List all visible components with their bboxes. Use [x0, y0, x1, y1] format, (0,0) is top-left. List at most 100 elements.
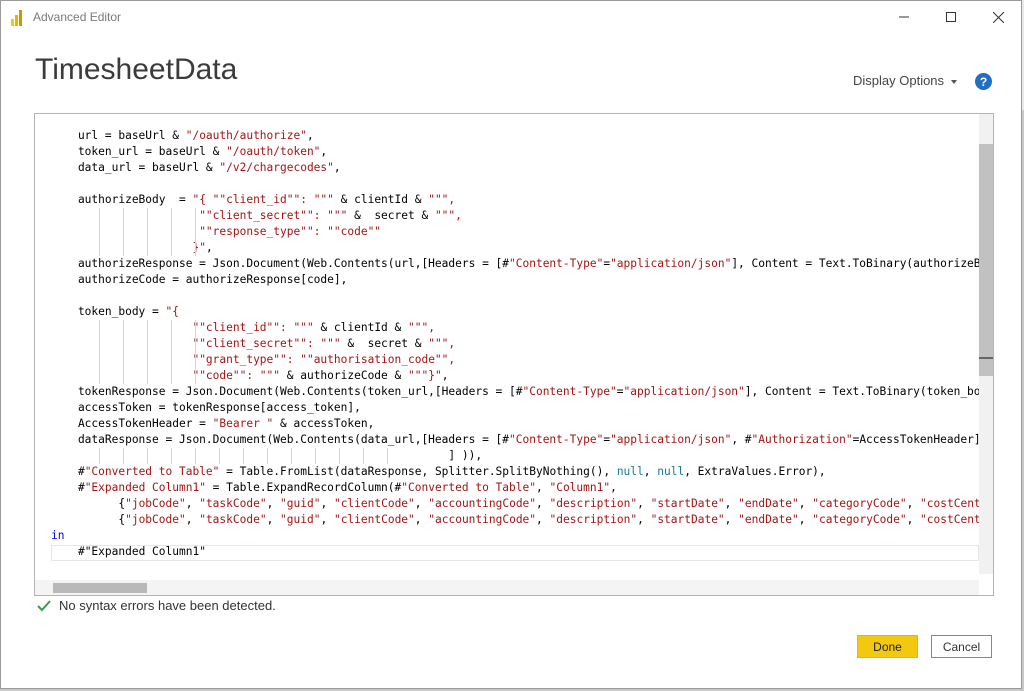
close-button[interactable]: [975, 3, 1021, 31]
indent-guide: [147, 208, 148, 224]
code-token: "endDate": [738, 497, 799, 510]
code-token: AccessTokenHeader =: [51, 417, 213, 430]
indent-guide: [147, 224, 148, 240]
horizontal-scrollbar[interactable]: [35, 580, 979, 595]
code-token: ,: [266, 497, 281, 510]
code-line: AccessTokenHeader = "Bearer " & accessTo…: [35, 416, 979, 432]
code-token: ], Content = Text.ToBinary(token_body) ]: [744, 385, 979, 398]
indent-guide: [171, 352, 172, 368]
code-token: {: [51, 513, 126, 526]
code-token: "clientCode": [333, 497, 415, 510]
code-line: token_body = "{: [35, 304, 979, 320]
cancel-button[interactable]: Cancel: [931, 635, 992, 658]
code-token: authorizeCode = authorizeResponse[code],: [51, 273, 348, 286]
code-line: in: [35, 528, 979, 544]
code-token: = Table.FromList(dataResponse, Splitter.…: [219, 465, 617, 478]
power-bi-icon: [11, 10, 22, 26]
indent-guide: [123, 224, 124, 240]
code-token: "Column1": [549, 481, 611, 494]
code-token: & secret &: [340, 337, 429, 350]
done-button[interactable]: Done: [857, 635, 918, 658]
indent-guide: [147, 368, 148, 384]
indent-guide: [195, 320, 196, 336]
indent-guide: [147, 448, 148, 464]
code-token: ,: [185, 497, 200, 510]
checkmark-icon: [37, 599, 51, 611]
code-token: "categoryCode": [812, 497, 907, 510]
code-token: "Expanded Column1": [84, 481, 206, 494]
code-token: ""grant_type"": ""authorisation_code"",: [192, 353, 456, 366]
indent-guide: [171, 208, 172, 224]
query-title: TimesheetData: [35, 53, 238, 86]
indent-guide: [267, 448, 268, 464]
window-title: Advanced Editor: [33, 10, 122, 24]
code-line: ""response_type"": ""code"": [35, 224, 979, 240]
code-token: ,: [536, 513, 550, 526]
indent-guide: [171, 336, 172, 352]
code-token: null: [657, 465, 685, 478]
code-token: "Authorization": [751, 433, 853, 446]
code-token: "accountingCode": [428, 513, 537, 526]
code-token: #: [51, 545, 85, 558]
code-token: accessToken = tokenResponse[access_token…: [51, 401, 361, 414]
code-token: "costCentreCode": [920, 513, 979, 526]
indent-guide: [219, 448, 220, 464]
scroll-position-marker: [979, 357, 993, 359]
code-token: "accountingCode": [428, 497, 537, 510]
code-token: "application/json": [610, 257, 732, 270]
advanced-editor-window: Advanced Editor TimesheetData Display Op…: [0, 0, 1022, 689]
code-token: null: [616, 465, 644, 478]
code-token: "Converted to Table": [401, 481, 536, 494]
code-token: ,: [306, 129, 314, 142]
code-line: {"jobCode", "taskCode", "guid", "clientC…: [35, 512, 979, 528]
code-token: "clientCode": [333, 513, 415, 526]
code-token: "endDate": [738, 513, 799, 526]
code-token: ""response_type"": ""code"": [199, 225, 382, 238]
code-token: "/oauth/token": [226, 145, 321, 158]
indent-guide: [363, 448, 364, 464]
code-token: ,: [637, 497, 651, 510]
code-token: "Converted to Table": [84, 465, 220, 478]
vertical-scrollbar[interactable]: [979, 114, 993, 574]
code-token: "application/json": [623, 385, 745, 398]
code-line: dataResponse = Json.Document(Web.Content…: [35, 432, 979, 448]
indent-guide: [123, 448, 124, 464]
display-options-dropdown[interactable]: Display Options: [853, 73, 958, 88]
code-token: , #: [731, 433, 752, 446]
code-line: data_url = baseUrl & "/v2/chargecodes",: [35, 160, 979, 176]
indent-guide: [99, 448, 100, 464]
code-token: "description": [549, 513, 638, 526]
indent-guide: [147, 336, 148, 352]
help-icon[interactable]: ?: [975, 73, 992, 90]
indent-guide: [171, 448, 172, 464]
code-editor[interactable]: url = baseUrl & "/oauth/authorize", toke…: [34, 113, 994, 596]
code-token: ], Content = Text.ToBinary(authorizeBody…: [731, 257, 979, 270]
code-token: ""client_secret"": """: [199, 209, 348, 222]
code-token: "jobCode": [125, 513, 186, 526]
horizontal-scroll-thumb[interactable]: [53, 583, 147, 593]
code-token: ,: [320, 513, 334, 526]
maximize-button[interactable]: [928, 3, 974, 31]
code-area[interactable]: url = baseUrl & "/oauth/authorize", toke…: [35, 128, 979, 574]
code-line: {"jobCode", "taskCode", "guid", "clientC…: [35, 496, 979, 512]
code-token: "jobCode": [125, 497, 186, 510]
code-token: ,: [333, 161, 341, 174]
title-bar: Advanced Editor: [1, 1, 1021, 33]
indent-guide: [123, 352, 124, 368]
code-token: ,: [610, 481, 617, 494]
code-token: "Expanded Column1": [84, 545, 206, 558]
code-token: & authorizeCode &: [280, 369, 408, 382]
code-token: ,: [414, 513, 429, 526]
vertical-scroll-thumb[interactable]: [979, 144, 993, 376]
code-token: "costCentreCode": [920, 497, 979, 510]
code-token: ,: [798, 513, 813, 526]
code-token: "guid": [280, 497, 321, 510]
caret-down-icon: [951, 79, 958, 84]
code-token: , ExtraValues.Error),: [684, 465, 826, 478]
indent-guide: [315, 448, 316, 464]
minimize-button[interactable]: [881, 3, 927, 31]
indent-guide: [171, 368, 172, 384]
code-token: ,: [906, 513, 921, 526]
code-token: "guid": [280, 513, 321, 526]
